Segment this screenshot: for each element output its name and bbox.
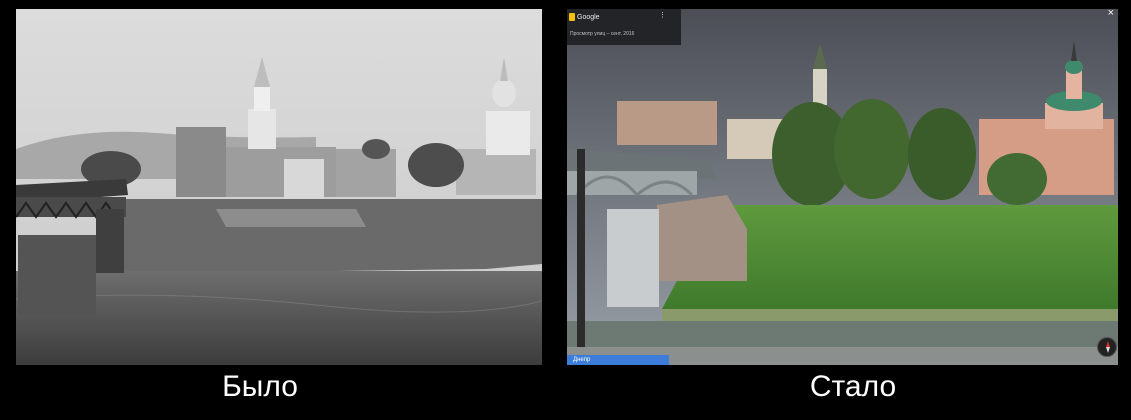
more-options-icon[interactable]: ⋮ (659, 11, 666, 19)
street-view-footer[interactable]: Днепр (567, 355, 669, 365)
google-logo-icon (569, 13, 575, 21)
historical-photo-drawing (16, 9, 542, 365)
modern-street-view[interactable]: Google ⋮ Просмотр улиц – сент. 2016 × Дн… (567, 9, 1118, 365)
compass-icon[interactable] (1097, 337, 1117, 357)
street-view-info-card[interactable]: Google ⋮ Просмотр улиц – сент. 2016 (567, 9, 681, 45)
historical-photo (16, 9, 542, 365)
street-view-date: Просмотр улиц – сент. 2016 (570, 31, 635, 37)
street-view-title: Google (577, 14, 600, 21)
modern-photo-drawing (567, 9, 1118, 365)
caption-before: Было (222, 370, 298, 403)
caption-after: Стало (809, 370, 897, 403)
close-icon[interactable]: × (1108, 9, 1114, 19)
